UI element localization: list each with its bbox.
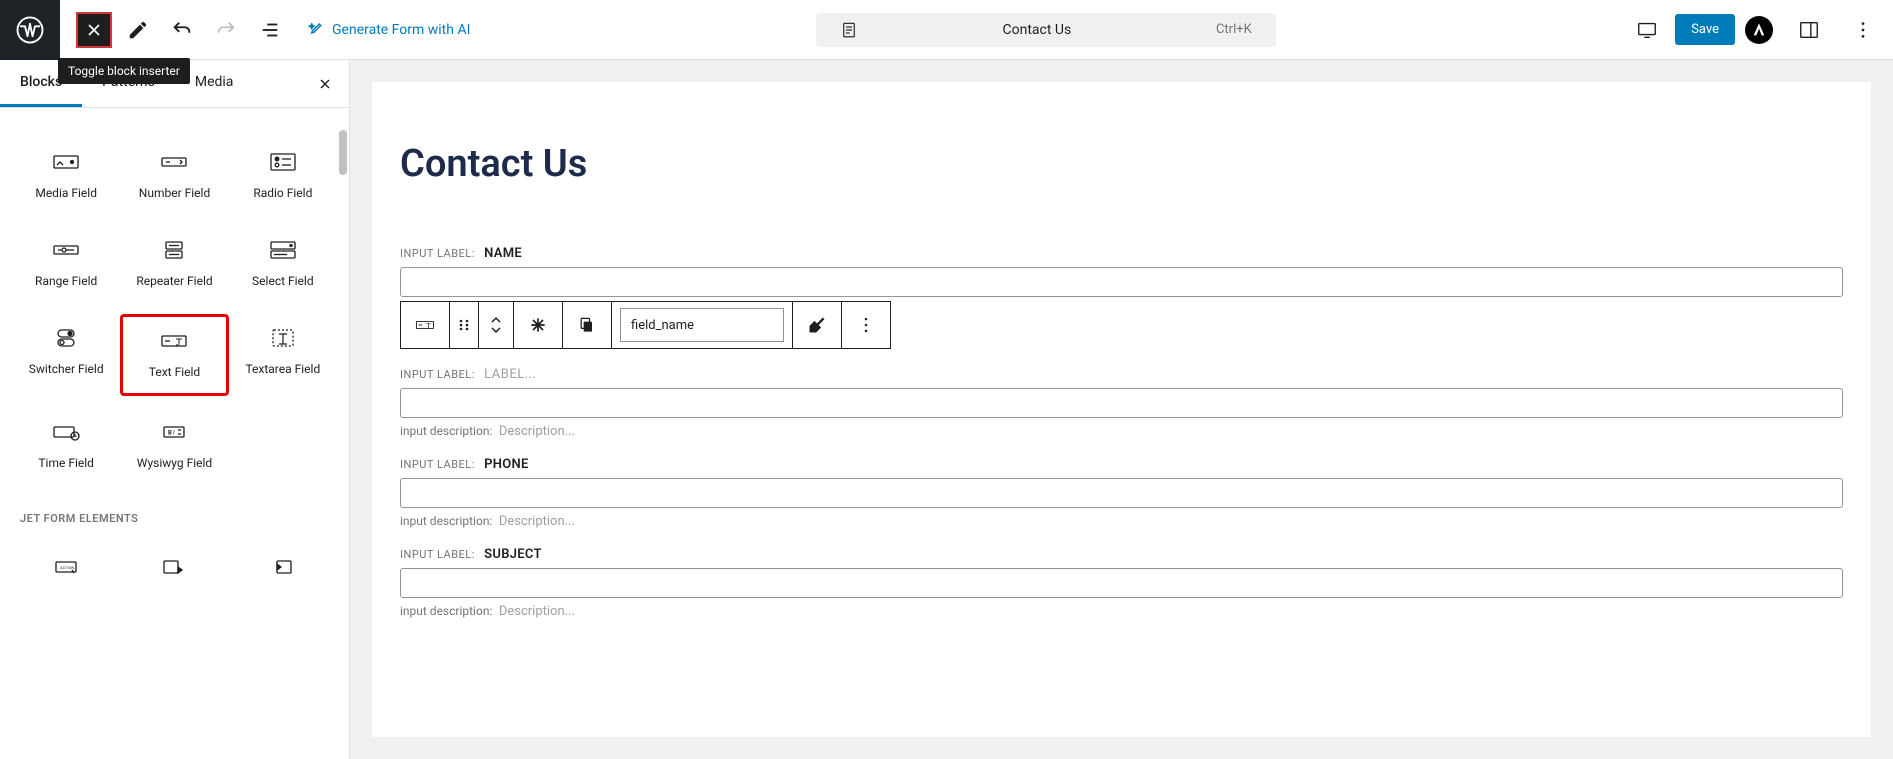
form-field-subject[interactable]: INPUT LABEL: SUBJECT input description: … — [400, 547, 1843, 619]
block-toolbar — [400, 301, 891, 349]
input-label-prefix: INPUT LABEL: — [400, 368, 475, 381]
input-desc-placeholder[interactable]: Description... — [499, 424, 575, 439]
input-label-prefix: INPUT LABEL: — [400, 458, 475, 471]
textarea-field-icon — [269, 328, 297, 348]
input-label-prefix: INPUT LABEL: — [400, 247, 475, 260]
block-textarea-field[interactable]: Textarea Field — [229, 314, 337, 396]
text-input[interactable] — [400, 568, 1843, 598]
toolbar-field-name-cell — [612, 302, 793, 348]
form-field-empty[interactable]: INPUT LABEL: LABEL... input description:… — [400, 367, 1843, 439]
wysiwyg-field-icon: BI — [160, 422, 188, 442]
input-desc-prefix: input description: — [400, 424, 492, 438]
text-input[interactable] — [400, 388, 1843, 418]
input-desc-prefix: input description: — [400, 514, 492, 528]
shortcut-label: Ctrl+K — [1216, 22, 1252, 37]
form-field-name[interactable]: INPUT LABEL: NAME — [400, 246, 1843, 349]
document-title: Contact Us — [872, 22, 1202, 38]
block-switcher-field[interactable]: Switcher Field — [12, 314, 120, 396]
undo-button[interactable] — [164, 12, 200, 48]
page-title[interactable]: Contact Us — [400, 142, 1843, 186]
document-title-bar[interactable]: Contact Us Ctrl+K — [816, 13, 1276, 47]
conditional-icon — [160, 557, 188, 577]
media-field-icon — [52, 152, 80, 172]
toolbar-move-buttons — [479, 302, 514, 348]
more-menu-button[interactable] — [1845, 12, 1881, 48]
save-button[interactable]: Save — [1675, 14, 1735, 45]
toolbar-block-type-button[interactable] — [401, 302, 450, 348]
plugin-logo[interactable] — [1745, 16, 1773, 44]
block-wysiwyg-field[interactable]: BI Wysiwyg Field — [120, 408, 228, 484]
tooltip: Toggle block inserter — [58, 58, 190, 84]
wordpress-logo[interactable] — [0, 0, 60, 60]
input-desc-placeholder[interactable]: Description... — [499, 514, 575, 529]
block-action-button[interactable]: ACTION — [12, 543, 120, 605]
input-desc-placeholder[interactable]: Description... — [499, 604, 575, 619]
time-field-icon — [52, 422, 80, 442]
toolbar-copy-button[interactable] — [563, 302, 612, 348]
action-button-icon: ACTION — [52, 557, 80, 577]
close-inserter-button[interactable] — [313, 72, 337, 96]
toggle-block-inserter-button[interactable]: Toggle block inserter — [76, 12, 112, 48]
block-number-field[interactable]: Number Field — [120, 138, 228, 214]
toolbar-more-button[interactable] — [842, 302, 890, 348]
input-desc-prefix: input description: — [400, 604, 492, 618]
repeater-field-icon — [160, 240, 188, 260]
toolbar-field-name-input[interactable] — [620, 308, 784, 342]
document-overview-button[interactable] — [252, 12, 288, 48]
generate-form-ai-button[interactable]: Generate Form with AI — [308, 21, 470, 39]
select-field-icon — [269, 240, 297, 260]
settings-sidebar-button[interactable] — [1791, 12, 1827, 48]
block-range-field[interactable]: Range Field — [12, 226, 120, 302]
block-time-field[interactable]: Time Field — [12, 408, 120, 484]
input-label-placeholder[interactable]: LABEL... — [484, 367, 536, 382]
input-label-value[interactable]: NAME — [484, 246, 522, 261]
view-button[interactable] — [1629, 12, 1665, 48]
block-media-field[interactable]: Media Field — [12, 138, 120, 214]
range-field-icon — [52, 240, 80, 260]
block-radio-field[interactable]: Radio Field — [229, 138, 337, 214]
edit-tool-button[interactable] — [120, 12, 156, 48]
ai-gen-label: Generate Form with AI — [332, 22, 470, 38]
text-input[interactable] — [400, 267, 1843, 297]
block-conditional[interactable] — [120, 543, 228, 605]
document-icon — [840, 21, 858, 39]
block-inserter-panel: Blocks Patterns Media Media Field Number… — [0, 60, 350, 759]
toolbar-move-down[interactable] — [483, 325, 509, 335]
block-select-field[interactable]: Select Field — [229, 226, 337, 302]
block-text-field[interactable]: Text Field — [120, 314, 228, 396]
radio-field-icon — [269, 152, 297, 172]
switcher-field-icon — [52, 328, 80, 348]
toolbar-required-button[interactable] — [514, 302, 563, 348]
toolbar-clear-button[interactable] — [793, 302, 842, 348]
svg-text:I: I — [173, 430, 175, 437]
text-input[interactable] — [400, 478, 1843, 508]
block-repeater-field[interactable]: Repeater Field — [120, 226, 228, 302]
redo-button[interactable] — [208, 12, 244, 48]
section-title: JET FORM ELEMENTS — [20, 512, 337, 525]
toolbar-move-up[interactable] — [483, 315, 509, 325]
input-label-value[interactable]: PHONE — [484, 457, 529, 472]
input-label-prefix: INPUT LABEL: — [400, 548, 475, 561]
editor-canvas[interactable]: Contact Us INPUT LABEL: NAME — [350, 60, 1893, 759]
toolbar-drag-handle[interactable] — [450, 302, 479, 348]
svg-text:ACTION: ACTION — [60, 565, 74, 570]
scrollbar[interactable] — [335, 60, 349, 759]
form-field-phone[interactable]: INPUT LABEL: PHONE input description: De… — [400, 457, 1843, 529]
number-field-icon — [160, 152, 188, 172]
text-field-icon — [160, 331, 188, 351]
form-break-icon — [269, 557, 297, 577]
svg-text:B: B — [168, 430, 172, 437]
input-label-value[interactable]: SUBJECT — [484, 547, 542, 562]
block-form-break[interactable] — [229, 543, 337, 605]
